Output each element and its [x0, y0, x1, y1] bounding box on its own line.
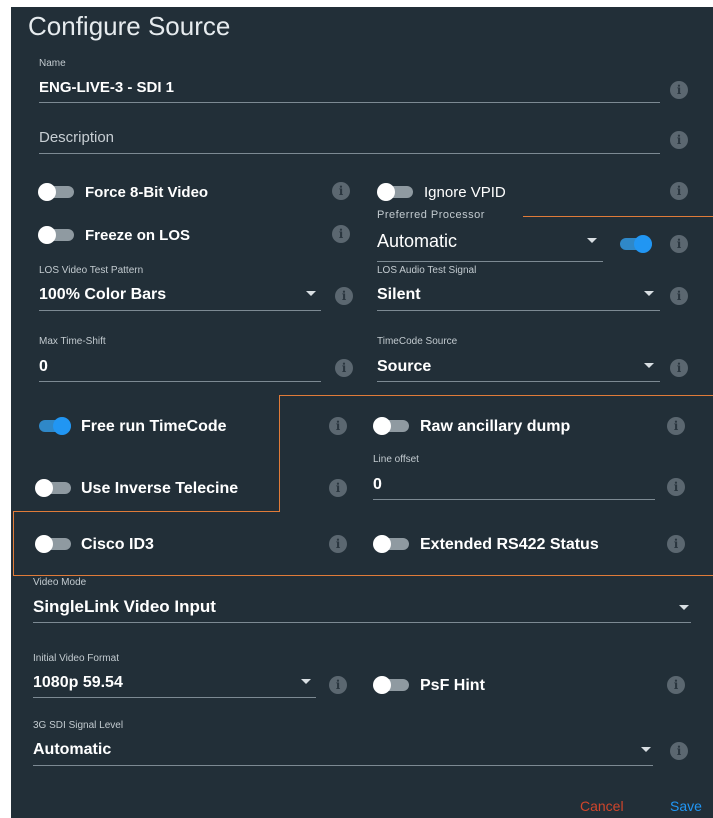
initial-video-format-underline — [33, 697, 316, 698]
info-icon[interactable]: i — [670, 131, 688, 149]
sdi-signal-level-label: 3G SDI Signal Level — [33, 720, 124, 731]
cancel-button[interactable]: Cancel — [580, 798, 624, 814]
dropdown-caret-icon[interactable] — [587, 238, 597, 243]
los-video-test-pattern-select[interactable]: 100% Color Bars — [39, 286, 166, 304]
highlight-outline-left — [13, 511, 14, 575]
use-inverse-telecine-label: Use Inverse Telecine — [81, 480, 239, 497]
info-icon[interactable]: i — [670, 359, 688, 377]
dropdown-caret-icon[interactable] — [644, 291, 654, 296]
dropdown-caret-icon[interactable] — [301, 679, 311, 684]
los-video-underline — [39, 310, 321, 311]
info-icon[interactable]: i — [670, 81, 688, 99]
name-label: Name — [39, 58, 66, 69]
cisco-id3-toggle[interactable] — [35, 535, 71, 553]
dropdown-caret-icon[interactable] — [679, 605, 689, 610]
info-icon[interactable]: i — [332, 182, 350, 200]
dropdown-caret-icon[interactable] — [644, 363, 654, 368]
highlight-outline-top — [279, 395, 713, 396]
force-8bit-video-toggle[interactable] — [38, 183, 74, 201]
info-icon[interactable]: i — [329, 535, 347, 553]
initial-video-format-label: Initial Video Format — [33, 653, 119, 664]
freeze-on-los-toggle[interactable] — [38, 226, 74, 244]
ignore-vpid-toggle[interactable] — [377, 183, 413, 201]
info-icon[interactable]: i — [670, 742, 688, 760]
max-time-shift-underline — [39, 381, 321, 382]
info-icon[interactable]: i — [667, 535, 685, 553]
name-input[interactable]: ENG-LIVE-3 - SDI 1 — [39, 79, 174, 96]
preferred-processor-label: Preferred Processor — [377, 209, 485, 221]
info-icon[interactable]: i — [329, 479, 347, 497]
line-offset-input[interactable]: 0 — [373, 476, 382, 494]
sdi-signal-level-select[interactable]: Automatic — [33, 741, 111, 759]
info-icon[interactable]: i — [667, 478, 685, 496]
preferred-processor-select[interactable]: Automatic — [377, 231, 457, 252]
video-mode-select[interactable]: SingleLink Video Input — [33, 597, 216, 617]
use-inverse-telecine-toggle[interactable] — [35, 479, 71, 497]
preferred-processor-highlight-line — [523, 216, 713, 217]
psf-hint-toggle[interactable] — [373, 676, 409, 694]
highlight-outline-bottom — [13, 575, 713, 576]
info-icon[interactable]: i — [670, 287, 688, 305]
info-icon[interactable]: i — [329, 417, 347, 435]
timecode-source-underline — [377, 381, 660, 382]
description-underline — [39, 153, 660, 154]
dropdown-caret-icon[interactable] — [306, 291, 316, 296]
initial-video-format-select[interactable]: 1080p 59.54 — [33, 674, 123, 692]
name-underline — [39, 102, 660, 103]
info-icon[interactable]: i — [667, 417, 685, 435]
dialog-title: Configure Source — [28, 11, 231, 41]
ignore-vpid-label: Ignore VPID — [424, 184, 506, 201]
cisco-id3-label: Cisco ID3 — [81, 536, 154, 553]
timecode-source-label: TimeCode Source — [377, 336, 458, 347]
raw-ancillary-dump-label: Raw ancillary dump — [420, 418, 571, 435]
psf-hint-label: PsF Hint — [420, 677, 485, 694]
timecode-source-select[interactable]: Source — [377, 358, 431, 376]
dropdown-caret-icon[interactable] — [641, 747, 651, 752]
los-audio-underline — [377, 310, 660, 311]
line-offset-underline — [373, 499, 655, 500]
preferred-processor-underline — [377, 261, 603, 262]
highlight-outline-divider — [279, 395, 280, 511]
force-8bit-video-label: Force 8-Bit Video — [85, 184, 209, 201]
video-mode-label: Video Mode — [33, 577, 87, 588]
freeze-on-los-label: Freeze on LOS — [85, 227, 191, 244]
los-audio-test-signal-select[interactable]: Silent — [377, 286, 421, 304]
info-icon[interactable]: i — [332, 225, 350, 243]
highlight-outline-step — [13, 511, 280, 512]
los-audio-test-signal-label: LOS Audio Test Signal — [377, 265, 477, 276]
info-icon[interactable]: i — [667, 676, 685, 694]
max-time-shift-label: Max Time-Shift — [39, 336, 106, 347]
description-input[interactable]: Description — [39, 129, 114, 146]
max-time-shift-input[interactable]: 0 — [39, 358, 48, 376]
sdi-signal-level-underline — [33, 765, 653, 766]
video-mode-underline — [33, 622, 691, 623]
free-run-timecode-toggle[interactable] — [35, 417, 71, 435]
info-icon[interactable]: i — [335, 287, 353, 305]
save-button[interactable]: Save — [670, 798, 702, 814]
extended-rs422-status-label: Extended RS422 Status — [420, 536, 599, 553]
los-video-test-pattern-label: LOS Video Test Pattern — [39, 265, 144, 276]
line-offset-label: Line offset — [373, 454, 419, 465]
info-icon[interactable]: i — [335, 359, 353, 377]
extended-rs422-status-toggle[interactable] — [373, 535, 409, 553]
raw-ancillary-dump-toggle[interactable] — [373, 417, 409, 435]
info-icon[interactable]: i — [670, 235, 688, 253]
configure-source-dialog: Configure Source Name ENG-LIVE-3 - SDI 1… — [11, 7, 713, 818]
info-icon[interactable]: i — [329, 676, 347, 694]
free-run-timecode-label: Free run TimeCode — [81, 418, 227, 435]
info-icon[interactable]: i — [670, 182, 688, 200]
preferred-processor-toggle[interactable] — [616, 235, 652, 253]
